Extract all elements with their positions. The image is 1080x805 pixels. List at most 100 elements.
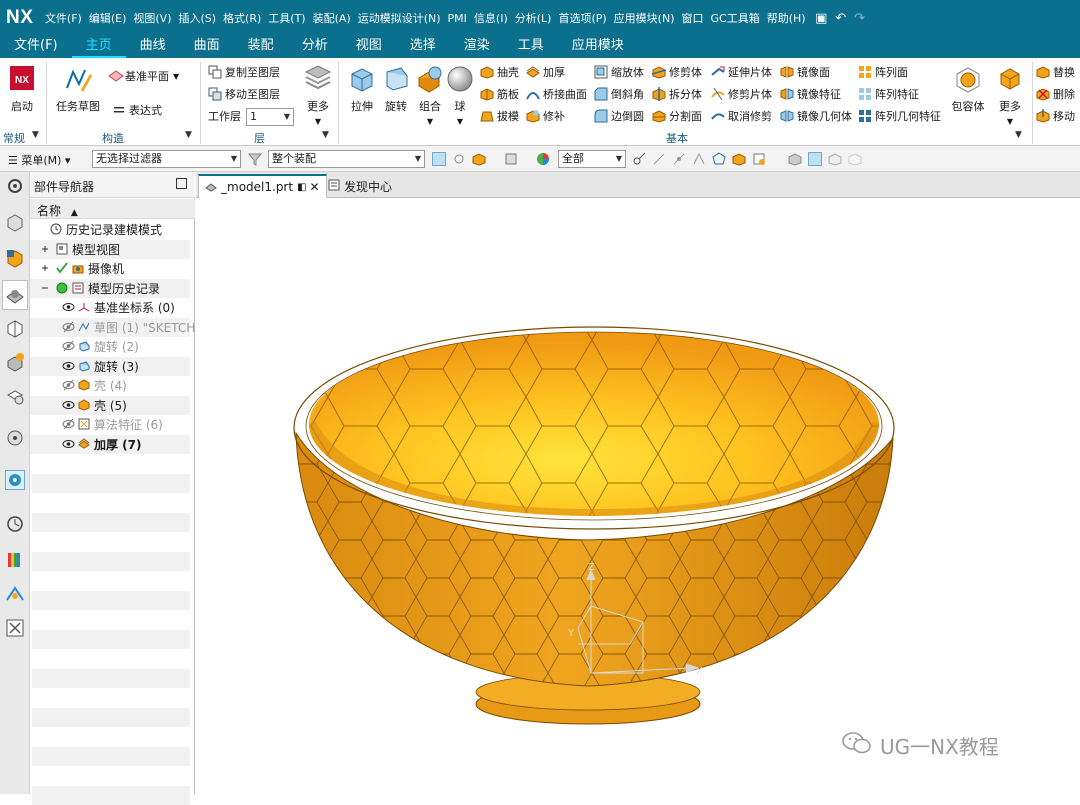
history-icon[interactable] (5, 428, 25, 448)
group-arrow-icon[interactable]: ▼ (32, 130, 39, 140)
assembly-scope-select[interactable]: 整个装配 (268, 150, 425, 168)
ribbon-tab[interactable]: 装配 (234, 36, 288, 58)
work-layer-select[interactable]: 1 (246, 108, 294, 126)
shell-button[interactable]: 抽壳 (480, 62, 519, 82)
redo-icon[interactable]: ↷ (850, 11, 869, 26)
mirror-face-button[interactable]: 镜像面 (780, 62, 830, 82)
ribbon-tab[interactable]: 选择 (396, 36, 450, 58)
view-shaded-icon[interactable] (788, 152, 802, 166)
pattern-feature-button[interactable]: 阵列特征 (858, 84, 919, 104)
split-body-button[interactable]: 拆分体 (652, 84, 702, 104)
tree-row[interactable]: 历史记录建模模式 (30, 220, 190, 240)
menu-item[interactable]: 格式(R) (220, 10, 265, 26)
menu-item[interactable]: 装配(A) (309, 10, 354, 26)
task-sketch-button[interactable]: 任务草图 (56, 62, 100, 126)
tree-row[interactable]: 模型历史记录 (30, 279, 190, 299)
patch-button[interactable]: 修补 (526, 106, 565, 126)
eyeoff-icon[interactable] (62, 321, 76, 334)
system-materials-icon[interactable] (5, 470, 25, 490)
trim-sheet-button[interactable]: 修剪片体 (711, 84, 772, 104)
menu-item[interactable]: 信息(I) (470, 10, 511, 26)
ribbon-tab[interactable]: 文件(F) (0, 36, 72, 58)
draft-button[interactable]: 拔模 (480, 106, 519, 126)
untrim-button[interactable]: 取消修剪 (711, 106, 772, 126)
maximize-icon[interactable] (176, 178, 187, 189)
ribbon-tab[interactable]: 渲染 (450, 36, 504, 58)
edge-blend-button[interactable]: 边倒圆 (594, 106, 644, 126)
group-arrow-icon[interactable]: ▼ (185, 130, 192, 140)
reuse-library-icon[interactable] (5, 318, 25, 338)
menu-item[interactable]: GC工具箱 (707, 10, 763, 26)
tree-row[interactable]: 模型视图 (30, 240, 190, 260)
copy-to-layer-button[interactable]: 复制至图层 (208, 62, 280, 82)
filter-reset-icon[interactable] (248, 152, 262, 166)
constraint-navigator-icon[interactable] (5, 248, 25, 268)
tree-row[interactable]: 草图 (1) "SKETCH (30, 318, 190, 338)
mirror-feature-button[interactable]: 镜像特征 (780, 84, 841, 104)
snap-control-icon[interactable] (692, 152, 706, 166)
ribbon-tab[interactable]: 主页 (72, 36, 126, 58)
more-basic-button[interactable]: 更多 ▼ (990, 62, 1030, 126)
menu-item[interactable]: 首选项(P) (555, 10, 610, 26)
menu-item[interactable]: 插入(S) (175, 10, 220, 26)
eyeoff-icon[interactable] (62, 418, 76, 431)
tree-row[interactable]: 算法特征 (6) (30, 415, 190, 435)
dropdown-icon[interactable]: ▼ (457, 117, 463, 126)
menu-item[interactable]: 视图(V) (130, 10, 175, 26)
minus-icon[interactable] (40, 282, 54, 295)
bowl-inner-surface[interactable] (306, 328, 886, 518)
dropdown-icon[interactable]: ▼ (173, 72, 179, 81)
pattern-geometry-button[interactable]: 阵列几何特征 (858, 106, 941, 126)
pattern-face-button[interactable]: 阵列面 (858, 62, 908, 82)
snap-center-icon[interactable] (732, 152, 746, 166)
save-icon[interactable]: ▣ (811, 11, 831, 26)
group-arrow-icon[interactable]: ▼ (322, 130, 329, 140)
tree-row[interactable]: 加厚 (7) (30, 435, 190, 455)
clock-icon[interactable] (5, 514, 25, 534)
mirror-geometry-button[interactable]: 镜像几何体 (780, 106, 852, 126)
tab-discovery-center[interactable]: 发现中心 (322, 174, 398, 198)
web-browser-icon[interactable] (5, 386, 25, 406)
menu-item[interactable]: 工具(T) (265, 10, 309, 26)
tools-icon[interactable] (5, 618, 25, 638)
ribbon-tab[interactable]: 曲线 (126, 36, 180, 58)
snap-intersect-icon[interactable] (712, 152, 726, 166)
ribbon-tab[interactable]: 曲面 (180, 36, 234, 58)
assembly-navigator-icon[interactable] (5, 212, 25, 232)
menu-item[interactable]: 运动模拟设计(N) (354, 10, 444, 26)
scope-select[interactable]: 全部 (558, 150, 626, 168)
plus-icon[interactable] (40, 262, 54, 275)
close-icon[interactable]: ✕ (310, 180, 320, 194)
tree-row[interactable]: 旋转 (2) (30, 337, 190, 357)
eye-icon[interactable] (62, 301, 76, 314)
tree-row[interactable]: 旋转 (3) (30, 357, 190, 377)
expression-button[interactable]: 表达式 (112, 100, 162, 120)
snap-icon[interactable] (452, 152, 466, 166)
delete-face-button[interactable]: 删除 (1036, 84, 1075, 104)
role-icon[interactable] (5, 584, 25, 604)
menu-button[interactable]: ☰ 菜单(M) ▾ (8, 152, 70, 168)
chamfer-button[interactable]: 倒斜角 (594, 84, 644, 104)
eye-icon[interactable] (62, 360, 76, 373)
replace-face-button[interactable]: 替换 (1036, 62, 1075, 82)
sphere-button[interactable]: 球 ▼ (440, 62, 480, 126)
plus-icon[interactable] (40, 243, 54, 256)
divide-face-button[interactable]: 分割面 (652, 106, 702, 126)
tree-row[interactable]: 基准坐标系 (0) (30, 298, 190, 318)
view-edges-icon[interactable] (808, 152, 822, 166)
thicken-button[interactable]: 加厚 (526, 62, 565, 82)
color-filter-icon[interactable] (536, 152, 550, 166)
menu-item[interactable]: 窗口 (678, 10, 707, 26)
tab-model1[interactable]: _model1.prt ◧ ✕ (198, 174, 327, 198)
undo-icon[interactable]: ↶ (831, 11, 850, 26)
menu-item[interactable]: 文件(F) (41, 10, 85, 26)
menu-item[interactable]: 帮助(H) (763, 10, 809, 26)
menu-item[interactable]: 编辑(E) (85, 10, 130, 26)
hd3d-tools-icon[interactable] (5, 352, 25, 372)
move-to-layer-button[interactable]: 移动至图层 (208, 84, 280, 104)
view-hidden-icon[interactable] (848, 152, 862, 166)
navigator-column-header[interactable]: 名称 ▲ (30, 199, 195, 219)
tree-row[interactable]: 摄像机 (30, 259, 190, 279)
snap-point-icon[interactable] (632, 152, 646, 166)
dropdown-icon[interactable]: ▼ (315, 117, 321, 126)
